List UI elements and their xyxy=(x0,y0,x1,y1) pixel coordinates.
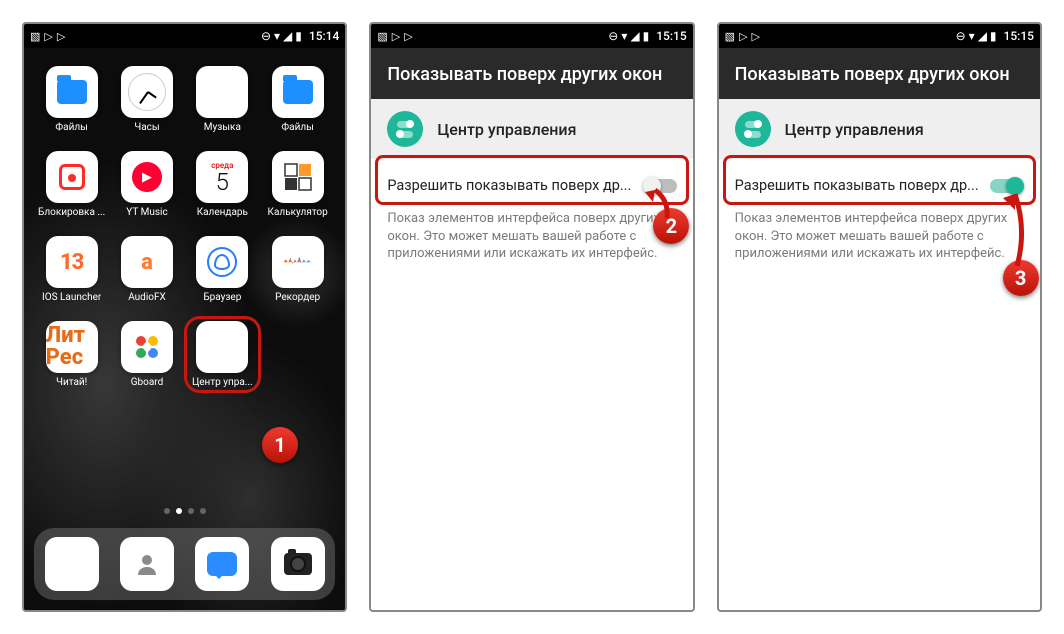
page-title: Показывать поверх других окон xyxy=(719,48,1040,99)
status-bar: ▧ ▷ ▷ ⊖ ▾ ◢ ▮ 15:14 xyxy=(24,24,345,48)
picture-icon: ▧ xyxy=(30,30,40,43)
clock-label: 15:14 xyxy=(309,29,339,43)
control-center-icon xyxy=(735,111,771,147)
app-label: Файлы xyxy=(281,122,313,133)
phone-screen-1: ▧ ▷ ▷ ⊖ ▾ ◢ ▮ 15:14 Файлы Часы ♪ М xyxy=(22,22,347,612)
control-center-icon xyxy=(387,111,423,147)
signal-icon: ◢ xyxy=(978,29,987,43)
phone-screen-2: ▧ ▷ ▷ ⊖ ▾ ◢ ▮ 15:15 Показывать поверх др… xyxy=(369,22,694,612)
app-files-2[interactable]: Файлы xyxy=(264,66,331,133)
app-label: Gboard xyxy=(131,377,164,388)
permission-description: Показ элементов интерфейса поверх других… xyxy=(371,206,692,263)
ios13-icon: 13 xyxy=(46,236,98,288)
notif-icon: ▷ xyxy=(392,30,400,43)
highlight-box xyxy=(375,155,688,205)
lock-icon xyxy=(46,151,98,203)
highlight-box xyxy=(723,155,1036,205)
app-label: AudioFX xyxy=(128,292,166,303)
gboard-icon: G xyxy=(121,321,173,373)
notif-icon: ▷ xyxy=(404,30,412,43)
phone-screen-3: ▧ ▷ ▷ ⊖ ▾ ◢ ▮ 15:15 Показывать поверх др… xyxy=(717,22,1042,612)
app-music[interactable]: ♪ Музыка xyxy=(189,66,256,133)
calendar-icon: среда 5 xyxy=(196,151,248,203)
signal-icon: ◢ xyxy=(630,29,639,43)
battery-icon: ▮ xyxy=(990,29,997,43)
app-ytmusic[interactable]: ▶ YT Music xyxy=(113,151,180,218)
notif-icon: ▷ xyxy=(44,30,52,43)
picture-icon: ▧ xyxy=(725,30,735,43)
app-calculator[interactable]: Калькулятор xyxy=(264,151,331,218)
dnd-icon: ⊖ xyxy=(608,29,618,43)
svg-text:G: G xyxy=(143,340,151,354)
music-icon: ♪ xyxy=(196,66,248,118)
notif-icon: ▷ xyxy=(739,30,747,43)
app-read[interactable]: Лит Рес Читай! xyxy=(38,321,105,388)
wifi-icon: ▾ xyxy=(621,29,627,43)
battery-icon: ▮ xyxy=(643,29,650,43)
page-indicator xyxy=(24,508,345,514)
home-screen[interactable]: Файлы Часы ♪ Музыка Файлы Блокировка ...… xyxy=(24,48,345,610)
app-audiofx[interactable]: a AudioFX xyxy=(113,236,180,303)
app-browser[interactable]: Браузер xyxy=(189,236,256,303)
app-label: Калькулятор xyxy=(268,207,328,218)
app-gboard[interactable]: G Gboard xyxy=(113,321,180,388)
wifi-icon: ▾ xyxy=(274,29,280,43)
app-name-label: Центр управления xyxy=(785,120,924,139)
app-label: Музыка xyxy=(204,122,241,133)
app-label: Блокировка ... xyxy=(38,207,105,218)
app-control-center[interactable]: Центр упра... xyxy=(184,316,261,393)
dnd-icon: ⊖ xyxy=(956,29,966,43)
app-info-row: Центр управления xyxy=(719,99,1040,159)
dock-camera[interactable] xyxy=(271,537,325,591)
audiofx-icon: a xyxy=(121,236,173,288)
dock-phone[interactable] xyxy=(45,537,99,591)
dock-messages[interactable] xyxy=(195,537,249,591)
app-name-label: Центр управления xyxy=(437,120,576,139)
calculator-icon xyxy=(272,151,324,203)
app-label: Календарь xyxy=(197,207,248,218)
clock-label: 15:15 xyxy=(1004,29,1034,43)
picture-icon: ▧ xyxy=(377,30,387,43)
notif-icon: ▷ xyxy=(752,30,760,43)
callout-1: 1 xyxy=(262,427,298,463)
app-grid: Файлы Часы ♪ Музыка Файлы Блокировка ...… xyxy=(24,48,345,388)
app-label: IOS Launcher xyxy=(42,292,101,303)
dock xyxy=(34,528,335,600)
app-ios-launcher[interactable]: 13 IOS Launcher xyxy=(38,236,105,303)
notif-icon: ▷ xyxy=(57,30,65,43)
app-lockscreen[interactable]: Блокировка ... xyxy=(38,151,105,218)
calendar-day: 5 xyxy=(216,170,229,194)
app-clock[interactable]: Часы xyxy=(113,66,180,133)
app-files[interactable]: Файлы xyxy=(38,66,105,133)
battery-icon: ▮ xyxy=(295,29,302,43)
app-info-row: Центр управления xyxy=(371,99,692,159)
app-label: Читай! xyxy=(56,377,87,388)
app-recorder[interactable]: Рекордер xyxy=(264,236,331,303)
status-bar: ▧ ▷ ▷ ⊖ ▾ ◢ ▮ 15:15 xyxy=(371,24,692,48)
app-label: Часы xyxy=(134,122,159,133)
app-calendar[interactable]: среда 5 Календарь xyxy=(189,151,256,218)
app-label: Рекордер xyxy=(275,292,320,303)
waveform-icon xyxy=(272,236,324,288)
ytmusic-icon: ▶ xyxy=(121,151,173,203)
status-bar: ▧ ▷ ▷ ⊖ ▾ ◢ ▮ 15:15 xyxy=(719,24,1040,48)
litres-icon: Лит Рес xyxy=(46,321,98,373)
page-title: Показывать поверх других окон xyxy=(371,48,692,99)
dnd-icon: ⊖ xyxy=(261,29,271,43)
folder-icon xyxy=(46,66,98,118)
app-label: Браузер xyxy=(203,292,241,303)
app-label: Центр упра... xyxy=(192,377,253,388)
folder-icon xyxy=(272,66,324,118)
clock-icon xyxy=(121,66,173,118)
callout-3: 3 xyxy=(1003,260,1039,296)
clock-label: 15:15 xyxy=(656,29,686,43)
dock-contacts[interactable] xyxy=(120,537,174,591)
app-label: Файлы xyxy=(55,122,87,133)
app-label: YT Music xyxy=(126,207,167,218)
wifi-icon: ▾ xyxy=(969,29,975,43)
globe-icon xyxy=(196,236,248,288)
signal-icon: ◢ xyxy=(283,29,292,43)
control-center-icon xyxy=(196,321,248,373)
permission-description: Показ элементов интерфейса поверх других… xyxy=(719,206,1040,263)
